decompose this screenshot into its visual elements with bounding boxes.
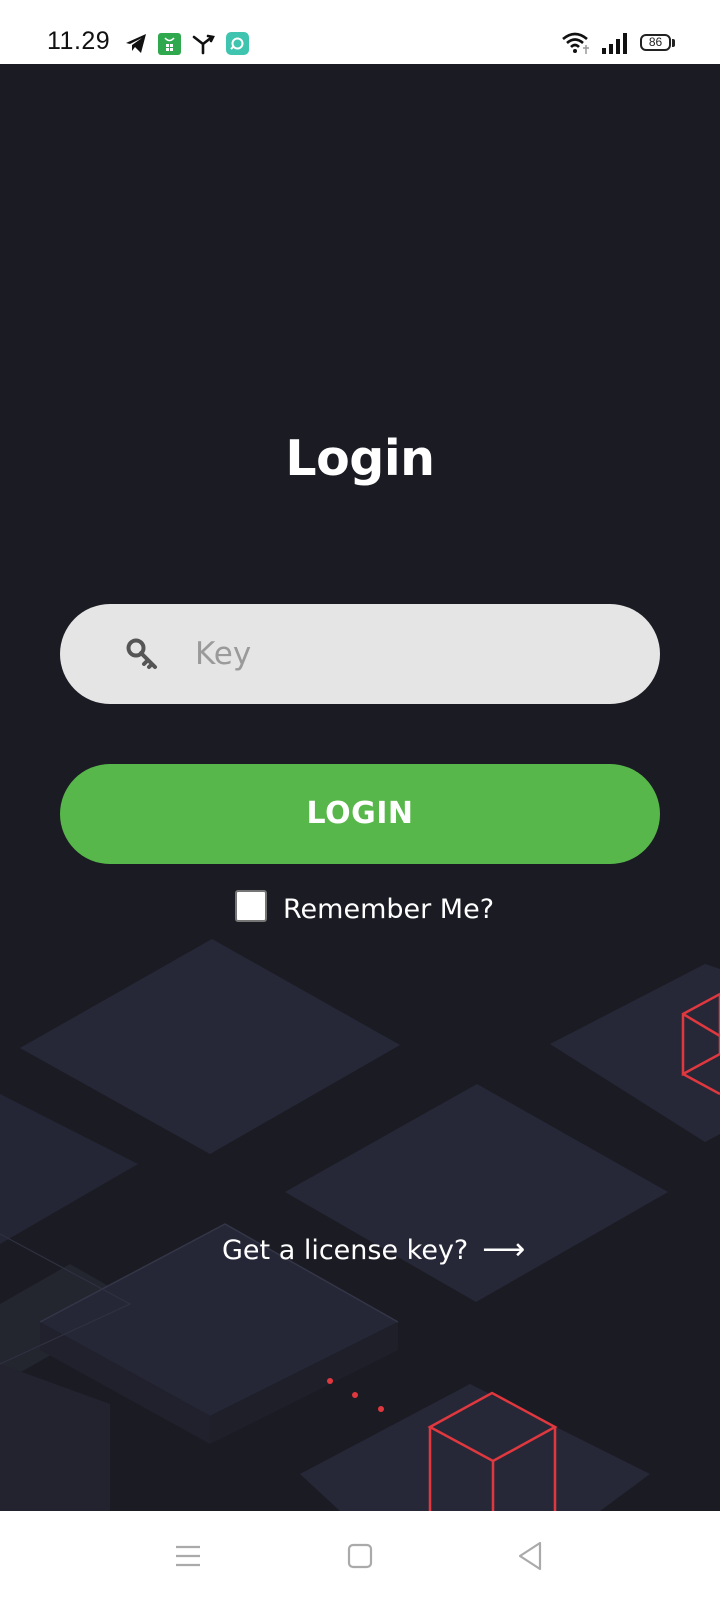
arrow-right-icon: ⟶ — [482, 1232, 526, 1267]
key-input[interactable] — [195, 604, 635, 704]
license-link[interactable]: Get a license key? ⟶ — [222, 1230, 525, 1271]
back-icon[interactable] — [506, 1531, 556, 1581]
store-icon — [158, 33, 181, 55]
assistant-icon — [226, 32, 249, 55]
wifi-icon — [562, 32, 589, 54]
merge-icon — [192, 34, 215, 55]
red-dot — [378, 1406, 384, 1412]
red-dot — [327, 1378, 333, 1384]
remember-label: Remember Me? — [283, 894, 495, 925]
telegram-icon — [126, 34, 146, 53]
menu-icon[interactable] — [163, 1531, 213, 1581]
home-icon[interactable] — [335, 1531, 385, 1581]
login-screen: Login LOGIN Remember Me? Get a license k… — [0, 64, 720, 1511]
signal-icon — [602, 33, 627, 54]
navigation-bar — [0, 1511, 720, 1600]
remember-checkbox[interactable] — [235, 890, 267, 922]
status-time: 11.29 — [47, 27, 111, 55]
key-icon — [126, 638, 157, 669]
red-dot — [352, 1392, 358, 1398]
license-link-text: Get a license key? — [222, 1235, 469, 1266]
battery-tip — [672, 39, 675, 47]
battery-icon: 86 — [640, 34, 671, 51]
login-button[interactable]: LOGIN — [60, 764, 660, 864]
page-title: Login — [285, 430, 435, 487]
status-bar: 11.29 86 — [0, 0, 720, 64]
key-field[interactable] — [60, 604, 660, 704]
